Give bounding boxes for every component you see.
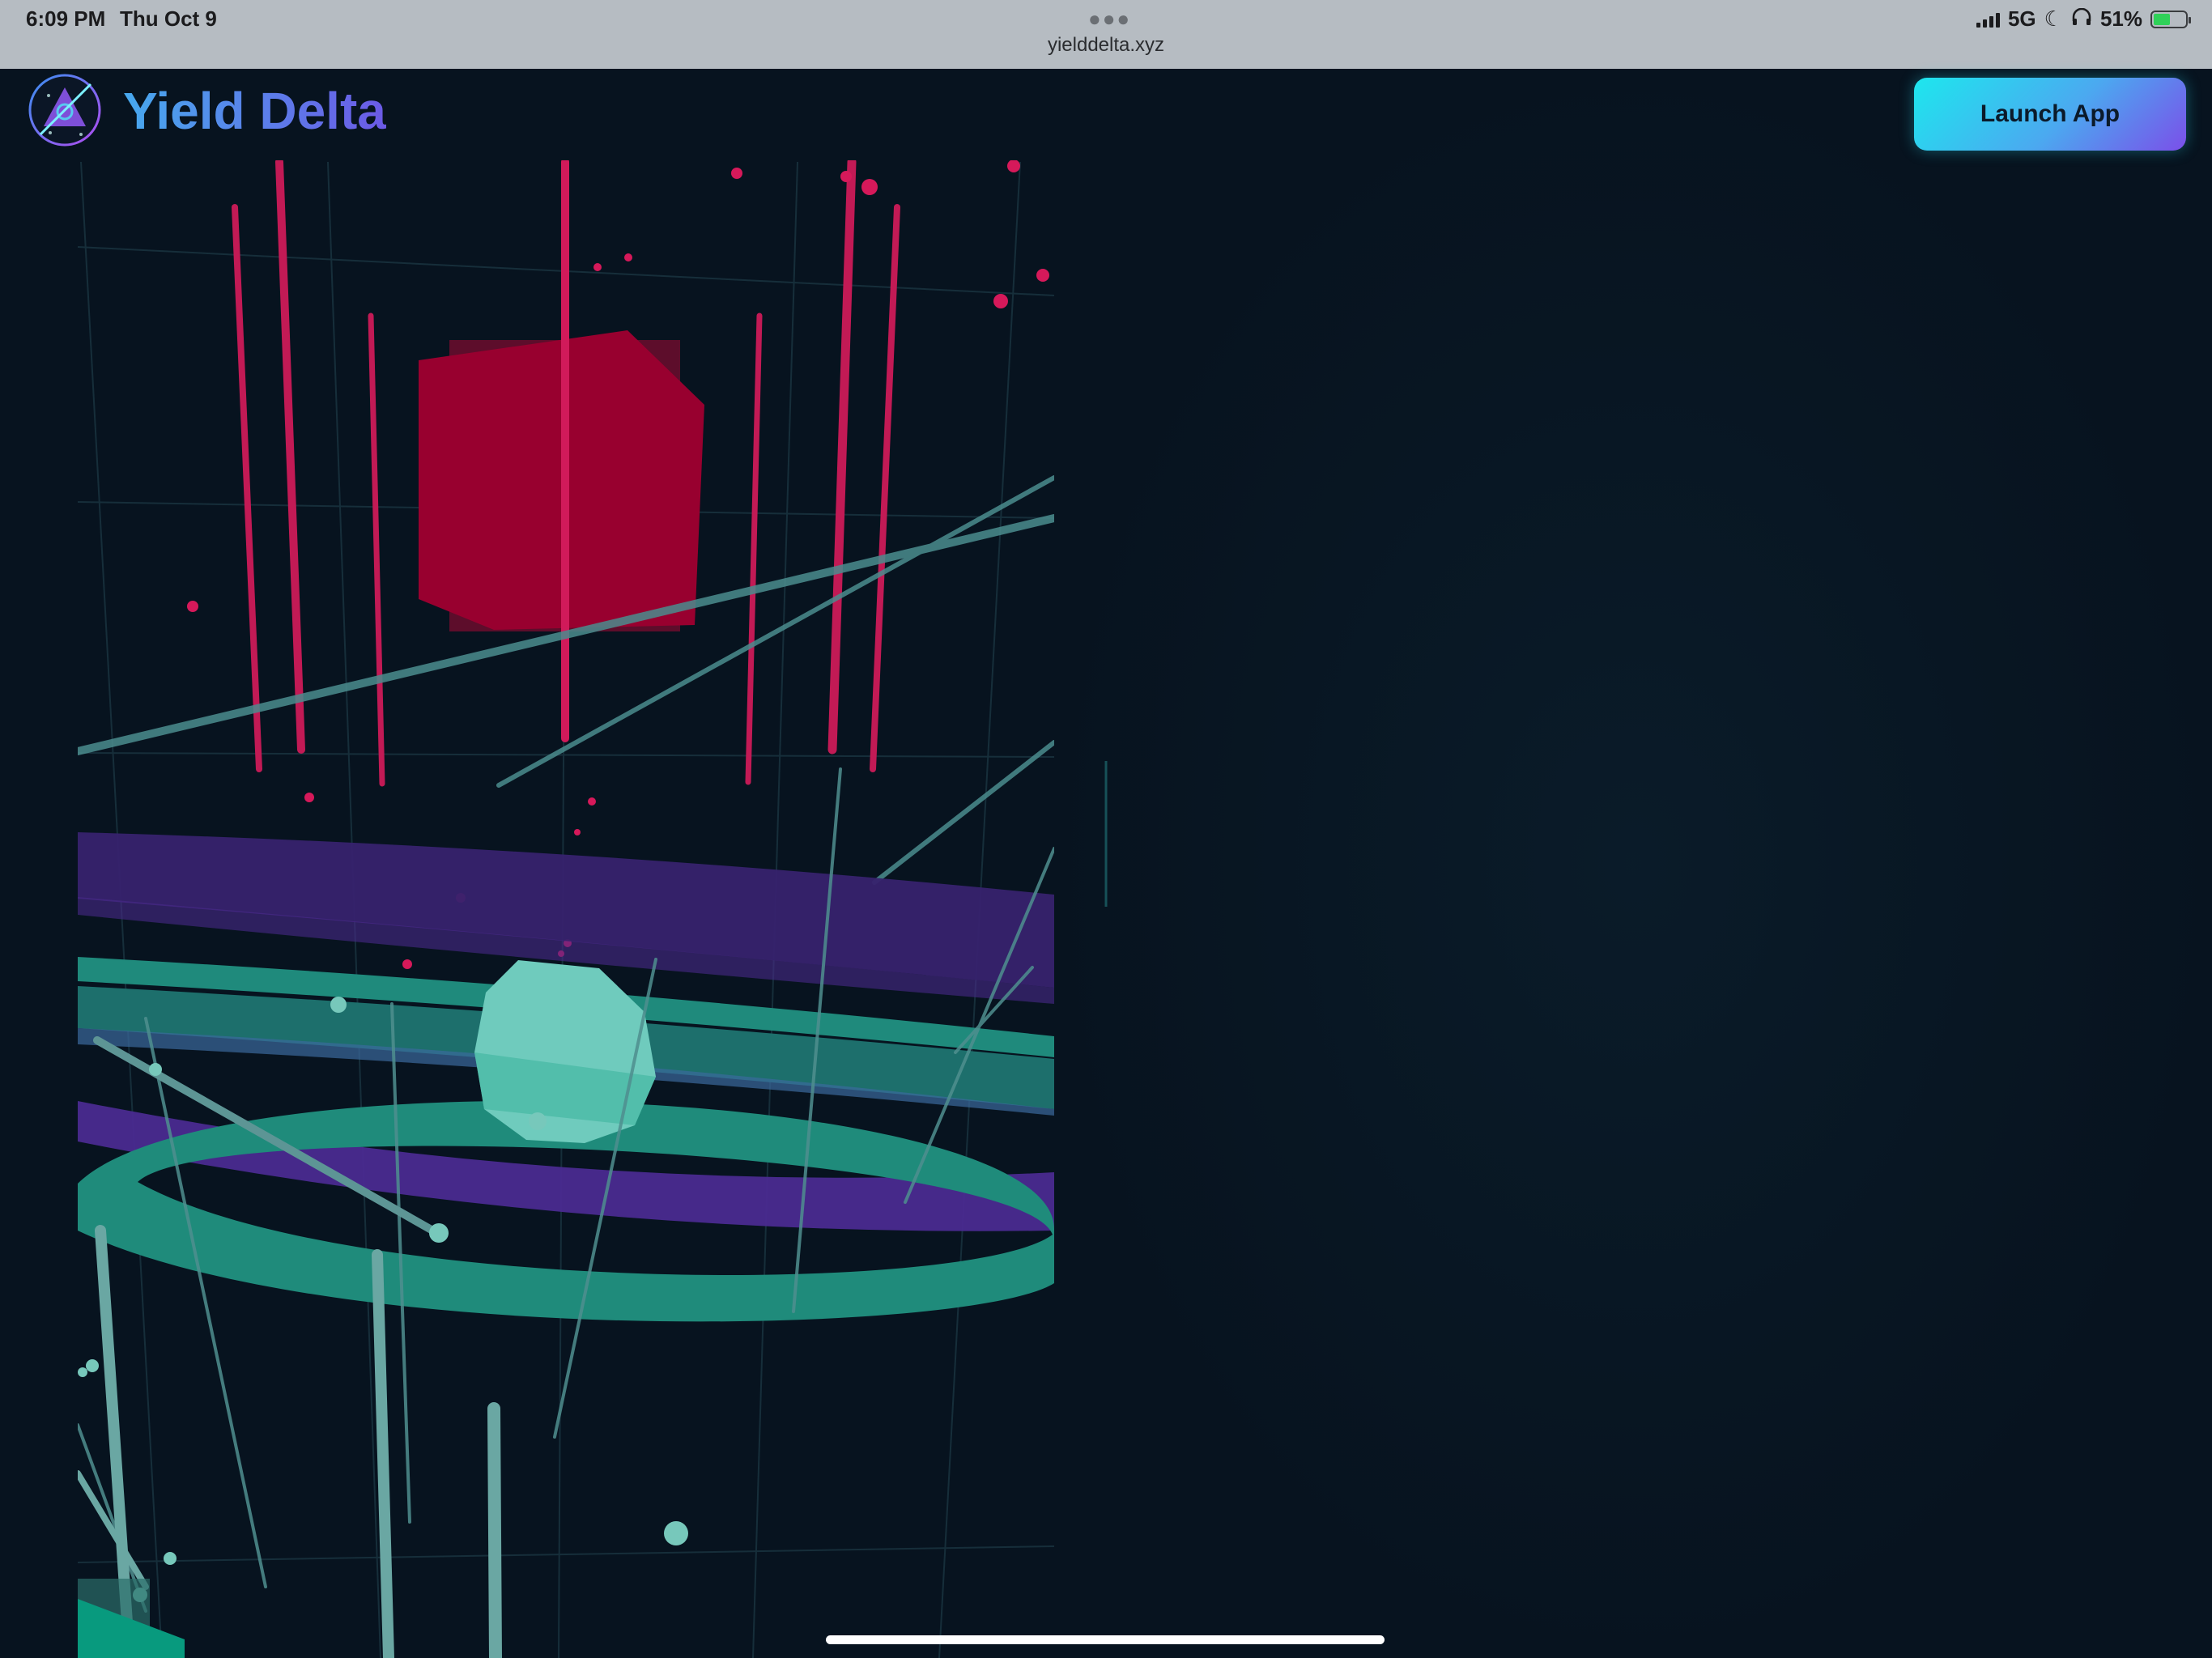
- yield-delta-logo-icon[interactable]: [26, 71, 104, 149]
- launch-app-button[interactable]: Launch App: [1914, 78, 2186, 151]
- home-indicator[interactable]: [826, 1635, 1385, 1644]
- hero-3d-scene: [78, 69, 2212, 1658]
- brand-title[interactable]: Yield Delta: [123, 81, 386, 141]
